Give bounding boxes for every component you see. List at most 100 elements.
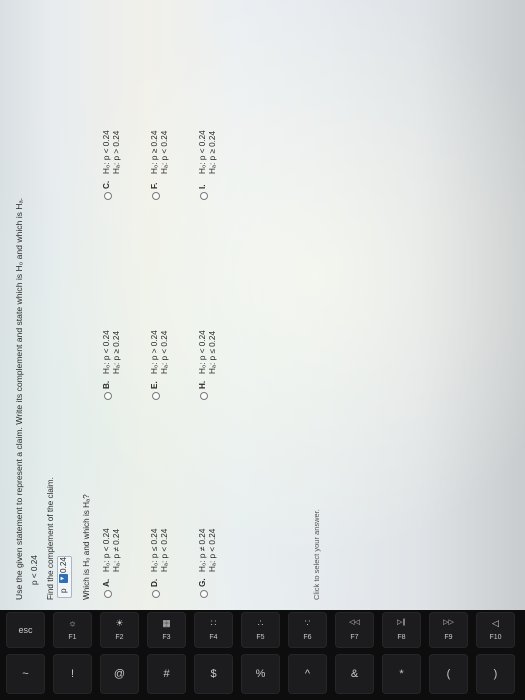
play-pause-icon: ▷∥	[397, 619, 406, 626]
key-label: ^	[304, 668, 311, 680]
option-h0: H₀: p ≠ 0.24	[198, 528, 207, 572]
radio-button[interactable]	[200, 192, 208, 200]
claim-statement: p < 0.24	[30, 555, 39, 585]
radio-button[interactable]	[152, 192, 160, 200]
option-h0: H₀: p < 0.24	[198, 330, 207, 374]
key-f2[interactable]: ☀ F2	[100, 612, 139, 648]
key-9[interactable]: (	[429, 654, 468, 694]
screen: Use the given statement to represent a c…	[0, 0, 525, 610]
key-label: F3	[162, 634, 171, 641]
option-letter: I.	[198, 184, 207, 189]
option-letter: E.	[150, 381, 159, 389]
option-h0: H₀: p ≤ 0.24	[150, 528, 159, 572]
option-letter: D.	[150, 578, 159, 587]
key-label: F1	[68, 634, 77, 641]
radio-button[interactable]	[152, 392, 160, 400]
option-h0: H₀: p < 0.24	[198, 130, 207, 174]
key-2[interactable]: @	[100, 654, 139, 694]
key-5[interactable]: %	[241, 654, 280, 694]
question-panel: Use the given statement to represent a c…	[12, 15, 512, 600]
keyboard-light-up-icon: ∵	[304, 618, 311, 628]
chevron-down-icon[interactable]: ▼	[59, 574, 68, 583]
brightness-down-icon: ☼	[68, 618, 77, 628]
radio-button[interactable]	[200, 590, 208, 598]
key-label: $	[210, 668, 217, 680]
key-f8[interactable]: ▷∥ F8	[382, 612, 421, 648]
key-label: F6	[303, 634, 312, 641]
option-letter: B.	[102, 380, 111, 389]
option-h0: H₀: p < 0.24	[102, 130, 111, 174]
mission-control-icon: ▦	[162, 618, 171, 628]
option-ha: Hₐ: p < 0.24	[208, 528, 217, 572]
key-label: F8	[397, 634, 406, 641]
option-letter: A.	[102, 578, 111, 587]
find-complement-label: Find the complement of the claim.	[46, 477, 55, 600]
key-f7[interactable]: ◁◁ F7	[335, 612, 374, 648]
key-7[interactable]: &	[335, 654, 374, 694]
key-f1[interactable]: ☼ F1	[53, 612, 92, 648]
key-label: @	[113, 668, 126, 680]
option-letter: G.	[198, 578, 207, 587]
key-label: F10	[489, 634, 502, 641]
key-label: (	[446, 668, 451, 680]
key-1[interactable]: !	[53, 654, 92, 694]
rewind-icon: ◁◁	[349, 619, 360, 626]
radio-button[interactable]	[104, 192, 112, 200]
option-h0: H₀: p > 0.24	[150, 330, 159, 374]
option-h0: H₀: p < 0.24	[102, 528, 111, 572]
radio-button[interactable]	[104, 590, 112, 598]
keyboard-light-down-icon: ∴	[257, 618, 264, 628]
which-hypothesis-label: Which is H₀ and which is Hₐ?	[82, 494, 91, 600]
key-3[interactable]: #	[147, 654, 186, 694]
key-f9[interactable]: ▷▷ F9	[429, 612, 468, 648]
key-8[interactable]: *	[382, 654, 421, 694]
key-label: F9	[444, 634, 453, 641]
option-ha: Hₐ: p < 0.24	[160, 330, 169, 374]
key-label: ~	[22, 668, 29, 680]
question-instruction: Use the given statement to represent a c…	[14, 197, 24, 600]
fast-forward-icon: ▷▷	[443, 619, 454, 626]
option-letter: C.	[102, 180, 111, 189]
brightness-up-icon: ☀	[115, 618, 124, 628]
key-f3[interactable]: ▦ F3	[147, 612, 186, 648]
key-tilde[interactable]: ~	[6, 654, 45, 694]
laptop-keyboard: esc ☼ F1 ☀ F2 ▦ F3 ∷ F4 ∴ F5 ∵ F6 ◁◁ F7 ▷∥ F8 ▷▷…	[0, 610, 525, 700]
option-ha: Hₐ: p ≤ 0.24	[208, 330, 217, 374]
key-esc[interactable]: esc	[6, 612, 45, 648]
key-0[interactable]: )	[476, 654, 515, 694]
option-ha: Hₐ: p > 0.24	[112, 130, 121, 174]
radio-button[interactable]	[104, 392, 112, 400]
key-4[interactable]: $	[194, 654, 233, 694]
radio-button[interactable]	[200, 392, 208, 400]
key-label: &	[350, 668, 359, 680]
option-h0: H₀: p < 0.24	[102, 330, 111, 374]
key-6[interactable]: ^	[288, 654, 327, 694]
option-ha: Hₐ: p ≥ 0.24	[208, 130, 217, 174]
select-answer-hint: Click to select your answer.	[312, 509, 321, 600]
key-f4[interactable]: ∷ F4	[194, 612, 233, 648]
option-ha: Hₐ: p < 0.24	[160, 130, 169, 174]
mute-icon: ◁	[492, 618, 499, 628]
key-label: F4	[209, 634, 218, 641]
option-h0: H₀: p ≥ 0.24	[150, 130, 159, 174]
option-letter: F.	[150, 182, 159, 189]
option-letter: H.	[198, 380, 207, 389]
radio-button[interactable]	[152, 590, 160, 598]
key-f10[interactable]: ◁ F10	[476, 612, 515, 648]
option-ha: Hₐ: p < 0.24	[160, 528, 169, 572]
key-label: )	[493, 668, 498, 680]
key-label: esc	[18, 625, 33, 635]
complement-dropdown[interactable]: p ▼ 0.24	[57, 556, 72, 598]
dropdown-value: 0.24	[59, 557, 68, 573]
key-label: F5	[256, 634, 265, 641]
launchpad-icon: ∷	[210, 618, 217, 628]
key-label: *	[399, 668, 404, 680]
key-label: #	[163, 668, 170, 680]
key-f6[interactable]: ∵ F6	[288, 612, 327, 648]
key-label: F2	[115, 634, 124, 641]
key-label: %	[255, 668, 266, 680]
option-ha: Hₐ: p ≥ 0.24	[112, 330, 121, 374]
dropdown-variable: p	[59, 588, 68, 593]
key-f5[interactable]: ∴ F5	[241, 612, 280, 648]
key-label: F7	[350, 634, 359, 641]
